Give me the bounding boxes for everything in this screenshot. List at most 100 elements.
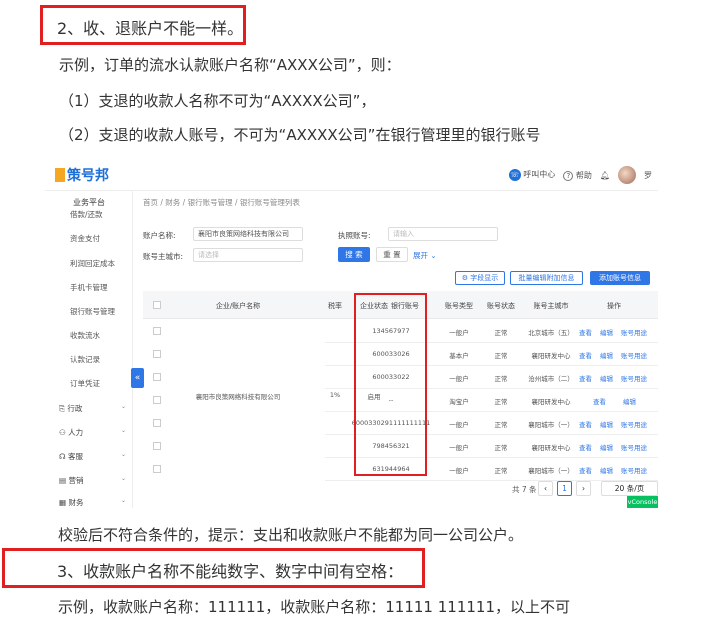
embedded-screenshot: 策号邦 ☏ 呼叫中心 ? 帮助 🔔︎ 罗 业务平台 借款/还款 资金支付 利润回…: [45, 157, 658, 508]
heading-3: 3、收款账户名称不能纯数字、数字中间有空格：: [57, 562, 404, 581]
chevron-down-icon: ⌄: [121, 451, 127, 458]
sidebar-group-finance[interactable]: ▦ 财务 ⌄: [59, 497, 126, 508]
avatar[interactable]: [618, 166, 636, 184]
op-link[interactable]: 账号用途: [621, 327, 647, 337]
op-link[interactable]: 账号用途: [621, 373, 647, 383]
license-label: 执照账号:: [338, 231, 371, 240]
row-checkbox[interactable]: [153, 373, 161, 381]
sidebar-item-vouchers[interactable]: 订单凭证: [70, 378, 100, 389]
page-number[interactable]: 1: [557, 481, 572, 496]
account-type-cell: 一般户: [449, 444, 469, 452]
sidebar-item-receipts[interactable]: 收款流水: [70, 330, 100, 341]
account-type-cell: 一般户: [449, 375, 469, 383]
op-link[interactable]: 账号用途: [621, 442, 647, 452]
op-link[interactable]: 账号用途: [621, 419, 647, 429]
question-icon: ?: [563, 170, 574, 181]
batch-edit-button[interactable]: 批量编辑附加信息: [510, 271, 583, 285]
sidebar-item-bank-accounts[interactable]: 银行账号管理: [70, 306, 115, 317]
sidebar-item-claims[interactable]: 认款记录: [70, 354, 100, 365]
page-size-select[interactable]: 20 条/页: [601, 481, 658, 496]
account-city-cell: 襄阳研发中心: [531, 444, 571, 452]
op-link[interactable]: 编辑: [623, 396, 636, 406]
account-status-cell: 正常: [494, 352, 508, 360]
op-link[interactable]: 查看: [579, 419, 592, 429]
rule-2: （2）支退的收款人账号，不可为“AXXXX公司”在银行管理里的银行账号: [59, 126, 541, 144]
op-link[interactable]: 编辑: [600, 350, 613, 360]
row-checkbox[interactable]: [153, 327, 161, 335]
bank-account-highlight: [354, 293, 427, 476]
example-3: 示例，收款账户名称：111111，收款账户名称：11111 111111，以上不…: [58, 598, 571, 616]
help-link[interactable]: ? 帮助: [563, 170, 592, 181]
rule-1: （1）支退的收款人名称不可为“AXXXX公司”，: [59, 92, 376, 110]
op-link[interactable]: 查看: [579, 442, 592, 452]
sidebar-item-payment[interactable]: 资金支付: [70, 233, 100, 244]
op-link[interactable]: 编辑: [600, 419, 613, 429]
col-operations: 操作: [607, 302, 621, 310]
row-checkbox[interactable]: [153, 396, 161, 404]
row-checkbox[interactable]: [153, 419, 161, 427]
col-account-status: 账号状态: [487, 302, 515, 310]
sidebar-group-admin[interactable]: ⎘ 行政 ⌄: [59, 403, 126, 414]
sidebar-item-sim[interactable]: 手机卡管理: [70, 282, 108, 293]
vconsole-button[interactable]: vConsole: [627, 496, 658, 508]
sidebar-item-loan[interactable]: 借款/还款: [70, 209, 103, 220]
reset-button[interactable]: 重 置: [376, 247, 408, 262]
example-intro: 示例，订单的流水认款账户名称“AXXX公司”，则：: [59, 56, 401, 74]
pager-total: 共 7 条: [512, 485, 537, 494]
op-link[interactable]: 查看: [579, 373, 592, 383]
col-company: 企业/账户名称: [215, 302, 261, 310]
chevron-down-icon: ⌄: [121, 497, 127, 504]
sidebar-item-profit[interactable]: 利润回定成本: [70, 258, 115, 269]
license-input[interactable]: 请输入: [388, 227, 498, 241]
validation-note: 校验后不符合条件的，提示：支出和收款账户不能都为同一公司公户。: [58, 526, 524, 544]
op-link[interactable]: 编辑: [600, 327, 613, 337]
op-link[interactable]: 查看: [579, 465, 592, 475]
search-button[interactable]: 搜 索: [338, 247, 370, 262]
op-link[interactable]: 账号用途: [621, 465, 647, 475]
city-select[interactable]: 请选择: [193, 248, 303, 262]
account-type-cell: 一般户: [449, 467, 469, 475]
chevron-down-icon: ⌄: [121, 403, 127, 410]
app-logo: 策号邦: [55, 165, 109, 185]
user-name[interactable]: 罗: [644, 170, 652, 181]
sidebar-title: 业务平台: [73, 198, 105, 207]
row-checkbox[interactable]: [153, 350, 161, 358]
sidebar-group-marketing[interactable]: ▤ 营销 ⌄: [59, 475, 126, 486]
account-status-cell: 正常: [494, 329, 508, 337]
op-link[interactable]: 查看: [593, 396, 606, 406]
op-link[interactable]: 编辑: [600, 442, 613, 452]
call-center-link[interactable]: ☏ 呼叫中心: [508, 169, 555, 181]
select-all-checkbox[interactable]: [153, 301, 161, 309]
account-status-cell: 正常: [494, 375, 508, 383]
expand-link[interactable]: 展开 ⌄: [413, 250, 437, 261]
prev-page-button[interactable]: ‹: [538, 481, 553, 496]
breadcrumb: 首页 / 财务 / 银行账号管理 / 银行账号管理列表: [143, 198, 300, 207]
field-display-button[interactable]: ⚙ 字段显示: [455, 271, 505, 285]
sidebar-group-service[interactable]: ☊ 客服 ⌄: [59, 451, 126, 462]
sidebar: 业务平台 借款/还款 资金支付 利润回定成本 手机卡管理 银行账号管理 收款流水…: [45, 191, 133, 508]
next-page-button[interactable]: ›: [576, 481, 591, 496]
account-city-cell: 襄阳研发中心: [531, 398, 571, 406]
account-type-cell: 一般户: [449, 329, 469, 337]
bell-icon[interactable]: 🔔︎: [600, 171, 610, 180]
col-tax: 税率: [328, 302, 342, 310]
op-link[interactable]: 账号用途: [621, 350, 647, 360]
op-link[interactable]: 查看: [579, 350, 592, 360]
op-link[interactable]: 查看: [579, 327, 592, 337]
company-label: 账户名称:: [143, 231, 176, 240]
op-link[interactable]: 编辑: [600, 373, 613, 383]
row-checkbox[interactable]: [153, 442, 161, 450]
account-type-cell: 淘宝户: [449, 398, 469, 406]
sidebar-group-hr[interactable]: ⚇ 人力 ⌄: [59, 427, 126, 438]
company-input[interactable]: 襄阳市良策网络科技有限公司: [193, 227, 303, 241]
account-status-cell: 正常: [494, 467, 508, 475]
company-cell: 襄阳市良策网络科技有限公司: [195, 393, 281, 401]
op-link[interactable]: 编辑: [600, 465, 613, 475]
row-checkbox[interactable]: [153, 465, 161, 473]
account-status-cell: 正常: [494, 398, 508, 406]
account-status-cell: 正常: [494, 421, 508, 429]
add-account-button[interactable]: 添加账号信息: [590, 271, 650, 285]
gear-icon: ⚙: [461, 274, 469, 282]
app-topbar: 策号邦 ☏ 呼叫中心 ? 帮助 🔔︎ 罗: [45, 157, 658, 191]
chevron-down-icon: ⌄: [121, 475, 127, 482]
